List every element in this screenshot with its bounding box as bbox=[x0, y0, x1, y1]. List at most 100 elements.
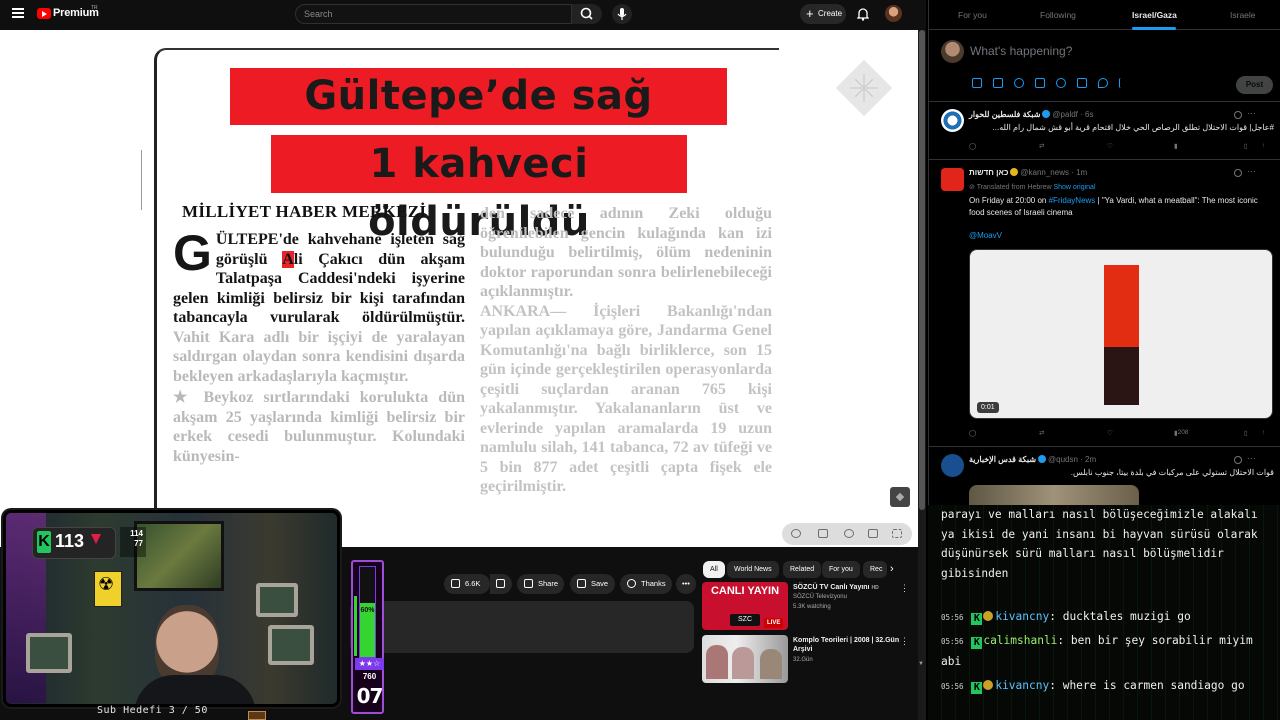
account-avatar[interactable] bbox=[885, 5, 902, 22]
more-actions-button[interactable]: ••• bbox=[676, 574, 696, 594]
like-icon[interactable]: ♡ bbox=[1107, 142, 1113, 150]
search-button[interactable] bbox=[572, 4, 602, 24]
bookmark-icon[interactable]: ▯ bbox=[1244, 142, 1248, 150]
create-button[interactable]: Create bbox=[800, 4, 846, 24]
settings-icon[interactable] bbox=[844, 529, 854, 538]
recommendation-menu-icon[interactable]: ⋮ bbox=[900, 636, 909, 647]
tweet-handle[interactable]: @paldf · 6s bbox=[1052, 110, 1093, 119]
tweet-video[interactable]: 0:01 bbox=[969, 249, 1273, 419]
description-box[interactable] bbox=[350, 601, 694, 653]
save-button[interactable]: Save bbox=[570, 574, 615, 594]
tweet-handle[interactable]: @qudsn · 2m bbox=[1048, 455, 1096, 464]
tweet-more-icon[interactable]: ··· bbox=[1247, 166, 1256, 176]
chat-message: 05:56 Kkivancny: where is carmen sandiag… bbox=[941, 679, 1245, 694]
share-icon[interactable]: ↑ bbox=[1262, 142, 1265, 149]
miniplayer-icon[interactable] bbox=[868, 529, 878, 538]
search-input[interactable]: Search bbox=[295, 4, 572, 24]
hud-side-stats: 114 77 bbox=[120, 527, 146, 557]
schedule-icon[interactable] bbox=[1077, 78, 1087, 88]
compose-input[interactable]: What's happening? bbox=[970, 44, 1072, 58]
recommendation-channel[interactable]: SÖZCÜ Televizyonu bbox=[793, 594, 847, 600]
chip-world-news[interactable]: World News bbox=[727, 561, 779, 578]
share-button[interactable]: Share bbox=[517, 574, 564, 594]
chat-message-text: ducktales muzigi go bbox=[1062, 610, 1191, 623]
recommendation-channel[interactable]: 32.Gün bbox=[793, 657, 813, 663]
captions-icon[interactable] bbox=[818, 529, 828, 538]
notifications-bell-icon[interactable] bbox=[857, 7, 869, 21]
recommendation-item[interactable]: CANLI YAYIN SZC LIVE SÖZCÜ TV Canlı Yayı… bbox=[702, 582, 912, 634]
image-icon[interactable] bbox=[972, 78, 982, 88]
retweet-icon[interactable]: ⇄ bbox=[1039, 429, 1044, 437]
share-icon[interactable]: ↑ bbox=[1262, 429, 1265, 436]
sub-badge-icon bbox=[983, 680, 994, 690]
tweet-actions: ◯ ⇄ ♡ ▮ ▯ ↑ bbox=[969, 142, 1269, 152]
recommendation-title[interactable]: Komplo Teorileri | 2008 | 32.Gün Arşivi bbox=[793, 636, 903, 654]
video-player[interactable]: Gültepe’de sağ görüşlü 1 kahveci öldürül… bbox=[0, 30, 918, 547]
chat-username[interactable]: kivancny bbox=[995, 679, 1049, 692]
tweet-author[interactable]: شبكة قدس الإخبارية bbox=[969, 455, 1036, 464]
recommendation-thumbnail[interactable] bbox=[702, 635, 788, 683]
gif-icon[interactable] bbox=[993, 78, 1003, 88]
chip-rec[interactable]: Rec bbox=[863, 561, 887, 578]
tweet[interactable]: شبكة قدس الإخبارية @qudsn · 2m ··· قوات ا… bbox=[929, 447, 1280, 505]
grok-icon[interactable] bbox=[1234, 111, 1242, 119]
like-button[interactable]: 6.6K bbox=[444, 574, 490, 594]
tweet-more-icon[interactable]: ··· bbox=[1247, 108, 1256, 118]
tweet-avatar[interactable] bbox=[941, 109, 964, 132]
grok-icon[interactable] bbox=[1014, 78, 1024, 88]
views-icon[interactable]: ▮ bbox=[1174, 142, 1178, 150]
mention-link[interactable]: @MoavV bbox=[969, 230, 1274, 242]
emoji-icon[interactable] bbox=[1056, 78, 1066, 88]
hd-badge: HD bbox=[871, 585, 879, 591]
grok-icon[interactable] bbox=[1234, 456, 1242, 464]
bookmark-icon[interactable]: ▯ bbox=[1244, 429, 1248, 437]
recommendation-menu-icon[interactable]: ⋮ bbox=[900, 583, 909, 594]
tweet-handle[interactable]: @kann_news · 1m bbox=[1020, 168, 1087, 177]
voice-search-button[interactable] bbox=[612, 4, 632, 24]
location-icon[interactable] bbox=[1098, 78, 1108, 88]
tweet-avatar[interactable] bbox=[941, 454, 964, 477]
reply-icon[interactable]: ◯ bbox=[969, 142, 976, 150]
chat-username[interactable]: calimshanli bbox=[983, 634, 1057, 647]
hashtag-link[interactable]: #FridayNews bbox=[1049, 196, 1096, 205]
chevron-right-icon[interactable]: › bbox=[890, 563, 902, 575]
tweet-author[interactable]: شبكة فلسطين للحوار bbox=[969, 110, 1040, 119]
youtube-logo-icon[interactable] bbox=[37, 8, 51, 19]
dislike-button[interactable] bbox=[490, 574, 512, 594]
chat-username[interactable]: kivancny bbox=[995, 610, 1049, 623]
tweet-image[interactable] bbox=[969, 485, 1139, 505]
retweet-icon[interactable]: ⇄ bbox=[1039, 142, 1044, 150]
chip-all[interactable]: All bbox=[703, 561, 725, 578]
thanks-button[interactable]: Thanks bbox=[620, 574, 672, 594]
stop-icon[interactable] bbox=[791, 529, 801, 538]
player-settings-corner-button[interactable] bbox=[890, 487, 910, 507]
poll-icon[interactable] bbox=[1035, 78, 1045, 88]
reply-icon[interactable]: ◯ bbox=[969, 429, 976, 437]
tweet-avatar[interactable] bbox=[941, 168, 964, 191]
grok-icon[interactable] bbox=[1234, 169, 1242, 177]
tab-following[interactable]: Following bbox=[1040, 0, 1076, 30]
recommendation-title[interactable]: SÖZCÜ TV Canlı Yayını HD bbox=[793, 583, 903, 593]
show-original-link[interactable]: Show original bbox=[1053, 184, 1095, 191]
scroll-down-arrow-icon[interactable]: ▼ bbox=[918, 661, 924, 667]
recommendation-thumbnail[interactable]: CANLI YAYIN SZC LIVE bbox=[702, 582, 788, 630]
tweet[interactable]: כאן חדשות @kann_news · 1m ··· ⊘ Translate… bbox=[929, 160, 1280, 447]
views-count[interactable]: ▮ 208 bbox=[1174, 429, 1188, 437]
flag-icon[interactable] bbox=[1119, 78, 1129, 88]
tab-israel-gaza[interactable]: Israel/Gaza bbox=[1132, 0, 1177, 30]
compose-avatar[interactable] bbox=[941, 40, 964, 63]
tweet-author[interactable]: כאן חדשות bbox=[969, 168, 1008, 177]
tweet[interactable]: شبكة فلسطين للحوار @paldf · 6s ··· #عاجل|… bbox=[929, 102, 1280, 160]
fullscreen-icon[interactable] bbox=[892, 529, 902, 538]
tweet-more-icon[interactable]: ··· bbox=[1247, 453, 1256, 463]
menu-icon[interactable] bbox=[12, 8, 24, 18]
chip-for-you[interactable]: For you bbox=[822, 561, 860, 578]
post-button[interactable]: Post bbox=[1236, 76, 1273, 94]
chip-related[interactable]: Related bbox=[783, 561, 822, 578]
recommendation-item[interactable]: Komplo Teorileri | 2008 | 32.Gün Arşivi … bbox=[702, 635, 912, 687]
like-icon[interactable]: ♡ bbox=[1107, 429, 1113, 437]
tab-for-you[interactable]: For you bbox=[958, 0, 987, 30]
views-number: 208 bbox=[1177, 429, 1189, 436]
youtube-scrollbar[interactable] bbox=[918, 30, 926, 720]
tab-israele[interactable]: Israele bbox=[1230, 0, 1256, 30]
